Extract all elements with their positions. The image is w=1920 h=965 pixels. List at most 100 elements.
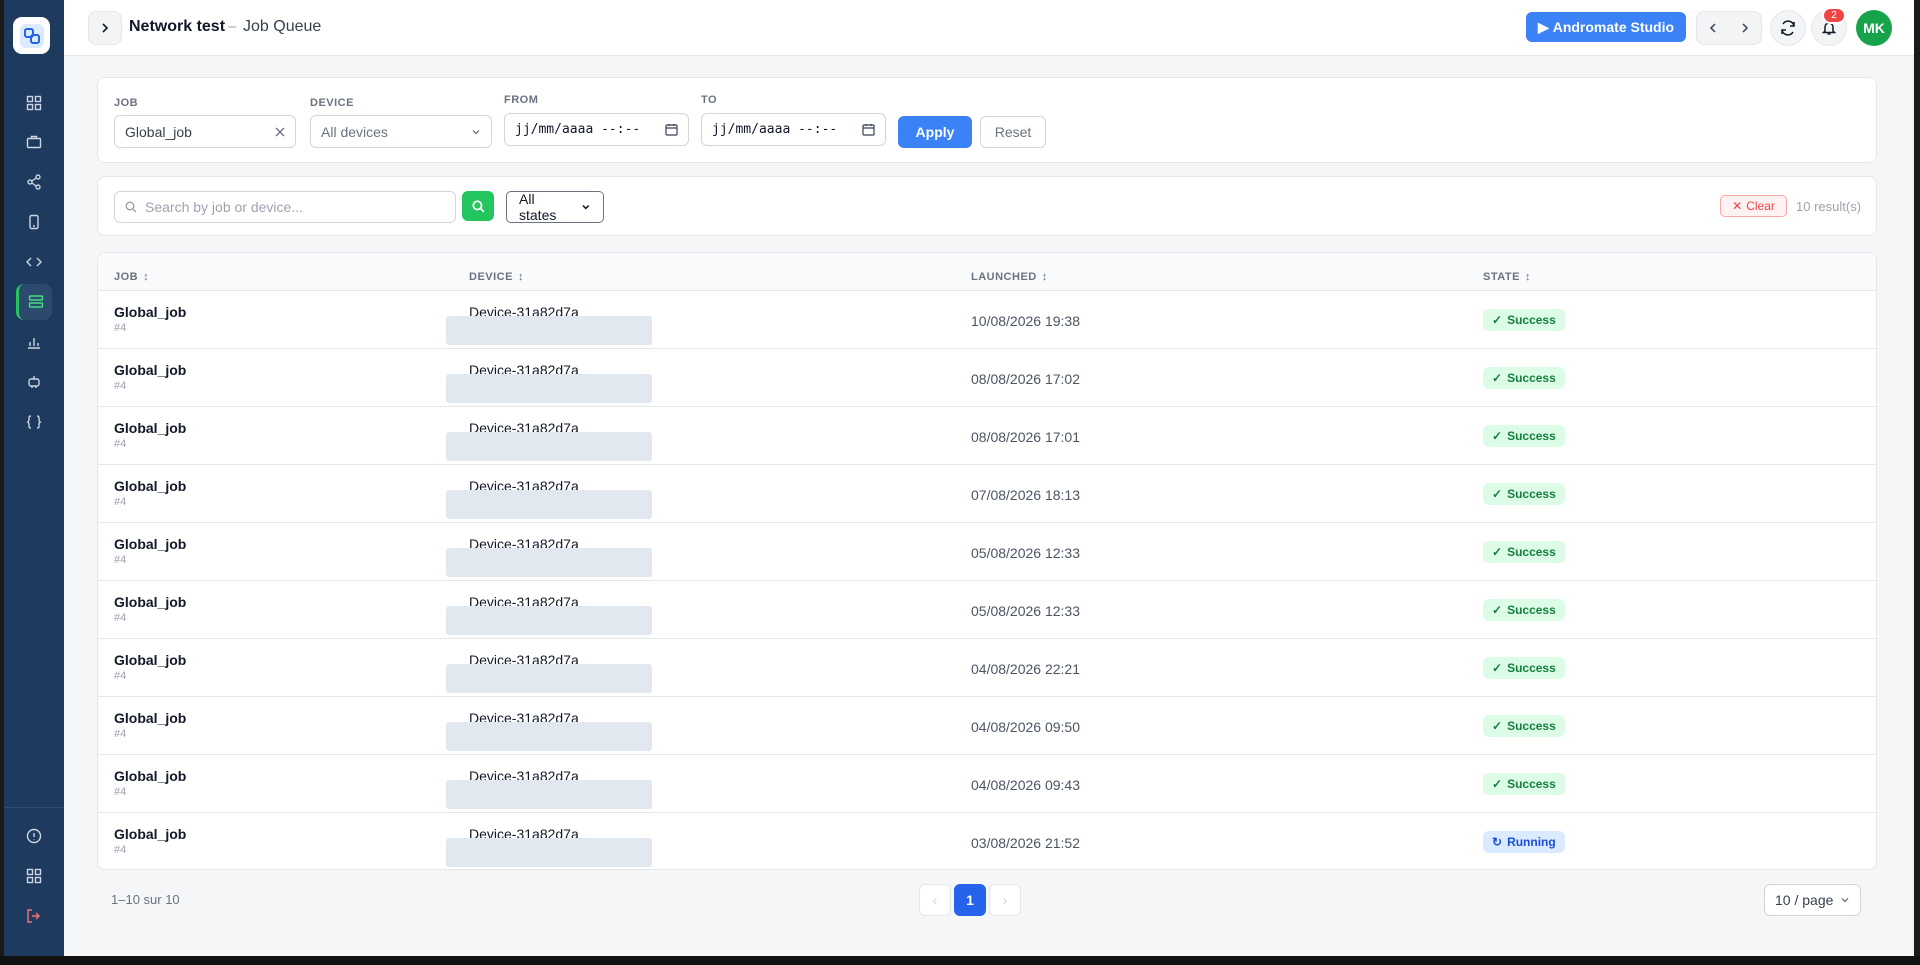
next-page-button[interactable]: › (989, 884, 1021, 916)
launched-time: 08/08/2026 17:01 (971, 429, 1080, 445)
launched-time: 05/08/2026 12:33 (971, 603, 1080, 619)
chevron-down-icon (582, 205, 590, 210)
redacted-device-id (446, 722, 652, 751)
job-queue-icon[interactable] (16, 284, 52, 320)
job-number: #4 (114, 496, 127, 508)
history-nav (1696, 11, 1762, 45)
project-title: Network test (129, 18, 226, 35)
refresh-icon (1781, 20, 1795, 36)
column-header-job[interactable]: JOB ↕ (114, 271, 149, 283)
scrollbar[interactable] (1912, 56, 1914, 956)
column-header-device[interactable]: DEVICE ↕ (469, 271, 524, 283)
check-icon: ✓ (1492, 603, 1503, 617)
column-header-state[interactable]: STATE ↕ (1483, 271, 1531, 283)
calendar-icon[interactable] (665, 123, 678, 136)
chevron-left-icon (1709, 23, 1716, 33)
table-row[interactable]: Global_job #4 Device-31a82d7a 10/08/2026 19… (98, 290, 1876, 348)
job-number: #4 (114, 438, 127, 450)
job-name: Global_job (114, 710, 187, 726)
page-size-select[interactable]: 10 / page (1764, 884, 1861, 916)
calendar-icon[interactable] (862, 123, 875, 136)
status-badge: ✓ Success (1483, 599, 1565, 621)
status-badge: ✓ Success (1483, 425, 1565, 447)
table-row[interactable]: Global_job #4 Device-31a82d7a 04/08/2026 09… (98, 754, 1876, 812)
to-date-input[interactable]: jj/mm/aaaa --:-- (701, 113, 886, 146)
apps-icon[interactable] (16, 858, 52, 894)
status-badge: ✓ Success (1483, 367, 1565, 389)
app-logo[interactable] (13, 17, 50, 54)
redacted-device-id (446, 838, 652, 867)
code-icon[interactable] (16, 244, 52, 280)
check-icon: ✓ (1492, 545, 1503, 559)
status-badge: ✓ Success (1483, 483, 1565, 505)
avatar[interactable]: MK (1856, 10, 1892, 46)
refresh-button[interactable] (1770, 10, 1806, 46)
top-bar: Network test – Job Queue ▶ Andromate Stu… (64, 0, 1914, 56)
job-name: Global_job (114, 362, 187, 378)
device-filter-label: DEVICE (310, 97, 354, 109)
sort-icon: ↕ (1524, 271, 1531, 283)
launched-time: 03/08/2026 21:52 (971, 835, 1080, 851)
table-row[interactable]: Global_job #4 Device-31a82d7a 08/08/2026 17… (98, 348, 1876, 406)
sort-icon: ↕ (1041, 271, 1048, 283)
robot-icon[interactable] (16, 364, 52, 400)
clear-input-icon[interactable] (275, 127, 285, 137)
search-input[interactable]: Search by job or device... (114, 191, 456, 223)
state-filter-select[interactable]: All states (506, 191, 604, 223)
share-icon[interactable] (16, 164, 52, 200)
back-button[interactable] (1697, 12, 1729, 44)
device-icon[interactable] (16, 204, 52, 240)
notification-badge: 2 (1822, 7, 1846, 24)
check-icon: ✓ (1492, 313, 1503, 327)
check-icon: ✓ (1492, 661, 1503, 675)
launched-time: 10/08/2026 19:38 (971, 313, 1080, 329)
job-number: #4 (114, 844, 127, 856)
device-filter-select[interactable]: All devices (310, 115, 492, 148)
expand-sidebar-button[interactable] (88, 11, 122, 45)
analytics-icon[interactable] (16, 324, 52, 360)
check-icon: ✓ (1492, 371, 1503, 385)
braces-icon[interactable] (16, 404, 52, 440)
check-icon: ✓ (1492, 719, 1503, 733)
job-filter-input[interactable]: Global_job (114, 115, 296, 148)
apply-button[interactable]: Apply (898, 116, 972, 148)
sidebar (4, 0, 64, 956)
dashboard-icon[interactable] (16, 85, 52, 121)
reset-button[interactable]: Reset (980, 116, 1046, 148)
pagination-range: 1–10 sur 10 (111, 892, 180, 907)
job-number: #4 (114, 786, 127, 798)
andromate-studio-button[interactable]: ▶ Andromate Studio (1526, 12, 1686, 42)
search-button[interactable] (462, 191, 494, 221)
table-row[interactable]: Global_job #4 Device-31a82d7a 05/08/2026 12… (98, 522, 1876, 580)
sidebar-divider (4, 807, 64, 808)
table-row[interactable]: Global_job #4 Device-31a82d7a 04/08/2026 22… (98, 638, 1876, 696)
table-row[interactable]: Global_job #4 Device-31a82d7a 07/08/2026 18… (98, 464, 1876, 522)
page-1-button[interactable]: 1 (954, 884, 986, 916)
table-row[interactable]: Global_job #4 Device-31a82d7a 05/08/2026 12… (98, 580, 1876, 638)
refresh-icon: ↻ (1492, 835, 1503, 849)
search-icon (471, 199, 485, 213)
briefcase-icon[interactable] (16, 124, 52, 160)
info-icon[interactable] (16, 818, 52, 854)
table-row[interactable]: Global_job #4 Device-31a82d7a 08/08/2026 17… (98, 406, 1876, 464)
job-name: Global_job (114, 768, 187, 784)
launched-time: 04/08/2026 22:21 (971, 661, 1080, 677)
logout-icon[interactable] (16, 898, 52, 934)
table-row[interactable]: Global_job #4 Device-31a82d7a 04/08/2026 09… (98, 696, 1876, 754)
sort-icon: ↕ (143, 271, 150, 283)
status-badge: ↻ Running (1483, 831, 1565, 853)
table-row[interactable]: Global_job #4 Device-31a82d7a 03/08/2026 21… (98, 812, 1876, 869)
check-icon: ✓ (1492, 777, 1503, 791)
forward-button[interactable] (1729, 12, 1761, 44)
column-header-launched[interactable]: LAUNCHED ↕ (971, 271, 1048, 283)
redacted-device-id (446, 548, 652, 577)
filter-panel: JOB Global_job DEVICE All devices FROM j… (97, 77, 1877, 163)
clear-filters-button[interactable]: ✕ Clear (1720, 195, 1787, 217)
from-date-input[interactable]: jj/mm/aaaa --:-- (504, 113, 689, 146)
redacted-device-id (446, 432, 652, 461)
status-badge: ✓ Success (1483, 715, 1565, 737)
job-name: Global_job (114, 536, 187, 552)
prev-page-button[interactable]: ‹ (919, 884, 951, 916)
to-filter-label: TO (701, 94, 718, 106)
search-icon (125, 201, 137, 213)
